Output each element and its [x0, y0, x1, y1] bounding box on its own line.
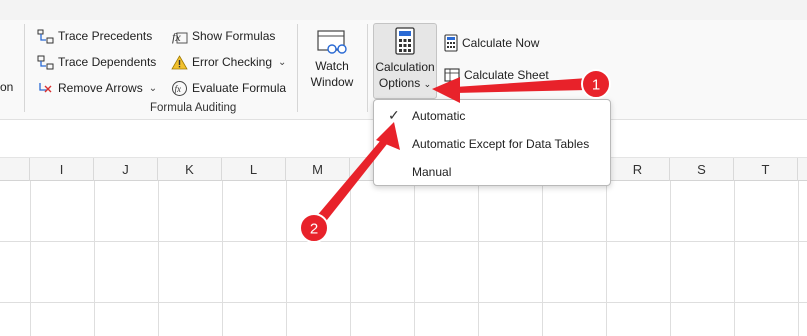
grid-line — [0, 241, 807, 242]
menu-item-label: Manual — [412, 165, 452, 179]
grid-line — [478, 181, 479, 336]
menu-item-automatic[interactable]: ✓ Automatic — [374, 103, 610, 129]
column-header[interactable]: R — [606, 158, 670, 181]
grid-line — [0, 302, 807, 303]
menu-item-automatic-except-data-tables[interactable]: Automatic Except for Data Tables — [374, 131, 610, 157]
cell-grid[interactable] — [0, 181, 807, 336]
grid-line — [222, 181, 223, 336]
formula-auditing-group-label: Formula Auditing — [150, 102, 237, 114]
grid-line — [734, 181, 735, 336]
watch-window-button[interactable]: Watch Window — [303, 28, 361, 90]
title-strip — [0, 0, 807, 20]
grid-line — [94, 181, 95, 336]
ribbon-separator — [24, 24, 25, 112]
ribbon-separator — [297, 24, 298, 112]
chevron-down-icon[interactable]: ⌄ — [149, 83, 157, 94]
calculation-options-line2-wrap: Options ⌄ — [379, 75, 431, 92]
trace-dependents-button[interactable]: Trace Dependents — [37, 51, 156, 73]
chevron-down-icon[interactable]: ⌄ — [278, 57, 286, 68]
trace-precedents-icon — [37, 29, 54, 43]
svg-text:fx: fx — [175, 84, 182, 94]
calculate-sheet-button[interactable]: Calculate Sheet — [444, 64, 549, 86]
column-header[interactable]: J — [94, 158, 158, 181]
column-header[interactable]: T — [734, 158, 798, 181]
calculate-sheet-icon — [444, 68, 460, 82]
evaluate-formula-icon: fx — [172, 80, 187, 96]
remove-arrows-label: Remove Arrows — [58, 81, 143, 95]
checkmark-icon: ✓ — [388, 107, 400, 123]
column-header-partial[interactable] — [0, 158, 30, 181]
column-header[interactable]: L — [222, 158, 286, 181]
watch-window-icon — [317, 30, 347, 54]
grid-line — [414, 181, 415, 336]
trace-precedents-button[interactable]: Trace Precedents — [37, 25, 152, 47]
show-formulas-button[interactable]: fx Show Formulas — [171, 25, 275, 47]
warning-icon — [171, 54, 188, 69]
watch-window-line2: Window — [310, 75, 354, 89]
column-header[interactable]: K — [158, 158, 222, 181]
calculate-now-label: Calculate Now — [462, 36, 540, 50]
error-checking-button[interactable]: Error Checking ⌄ — [171, 51, 286, 73]
column-header[interactable]: M — [286, 158, 350, 181]
column-header[interactable]: I — [30, 158, 94, 181]
calculate-now-button[interactable]: Calculate Now — [444, 32, 539, 54]
ribbon-separator — [367, 24, 368, 112]
calculation-options-line1: Calculation — [375, 60, 435, 74]
calculation-options-line2: Options — [378, 76, 421, 90]
grid-line — [286, 181, 287, 336]
menu-item-manual[interactable]: Manual — [374, 159, 610, 185]
remove-arrows-icon — [39, 82, 52, 92]
grid-line — [30, 181, 31, 336]
evaluate-formula-label: Evaluate Formula — [192, 81, 287, 95]
calculator-icon — [395, 27, 415, 55]
svg-text:fx: fx — [172, 30, 181, 44]
remove-arrows-button[interactable]: Remove Arrows ⌄ — [37, 77, 157, 99]
grid-line — [798, 181, 799, 336]
grid-line — [542, 181, 543, 336]
menu-item-label: Automatic — [412, 109, 466, 123]
evaluate-formula-button[interactable]: fx Evaluate Formula — [171, 77, 286, 99]
calculate-now-icon — [444, 34, 458, 52]
trace-precedents-label: Trace Precedents — [58, 29, 153, 43]
grid-line — [350, 181, 351, 336]
watch-window-line1: Watch — [315, 59, 349, 73]
error-checking-label: Error Checking — [192, 55, 273, 69]
trace-dependents-label: Trace Dependents — [58, 55, 157, 69]
show-formulas-icon: fx — [172, 30, 188, 44]
column-header[interactable]: S — [670, 158, 734, 181]
chevron-down-icon: ⌄ — [423, 79, 432, 89]
calculate-sheet-label: Calculate Sheet — [464, 68, 549, 82]
grid-line — [158, 181, 159, 336]
grid-line — [670, 181, 671, 336]
menu-item-label: Automatic Except for Data Tables — [412, 137, 590, 151]
calculation-options-menu: ✓ Automatic Automatic Except for Data Ta… — [373, 99, 611, 186]
clipped-ribbon-label: on — [0, 80, 14, 94]
calculation-options-button[interactable]: Calculation Options ⌄ — [373, 23, 437, 99]
show-formulas-label: Show Formulas — [192, 29, 276, 43]
grid-line — [606, 181, 607, 336]
trace-dependents-icon — [37, 55, 54, 69]
